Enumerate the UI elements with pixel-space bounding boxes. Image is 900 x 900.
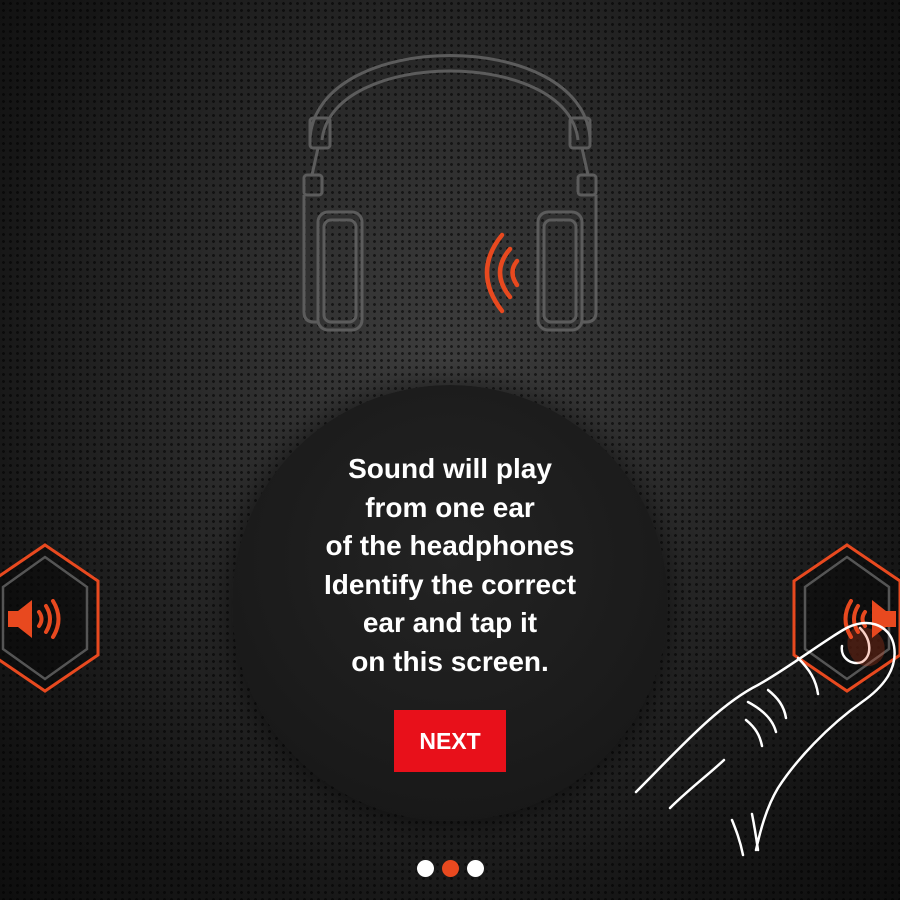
page-dot-1[interactable] — [416, 859, 434, 877]
headphones-icon — [302, 54, 598, 332]
instruction-line: from one ear — [365, 491, 535, 523]
tapping-finger-icon — [634, 621, 896, 857]
page-dot-2-active[interactable] — [441, 859, 459, 877]
pagination-dots — [0, 858, 900, 878]
left-ear-button[interactable] — [0, 543, 100, 693]
instruction-line: Sound will play — [348, 453, 552, 484]
instruction-line: on this screen. — [351, 645, 549, 677]
instruction-line: ear and tap it — [362, 607, 538, 638]
instruction-line: of the headphones — [325, 530, 575, 561]
instruction-line: Identify the correct — [323, 568, 577, 600]
tutorial-screen: Sound will play from one ear of the head… — [0, 0, 900, 900]
sound-waves-icon — [484, 232, 520, 314]
instruction-text: Sound will play from one ear of the head… — [232, 450, 668, 681]
page-dot-3[interactable] — [466, 859, 484, 877]
speaker-volume-icon — [8, 599, 61, 639]
next-button[interactable]: NEXT — [394, 710, 506, 772]
